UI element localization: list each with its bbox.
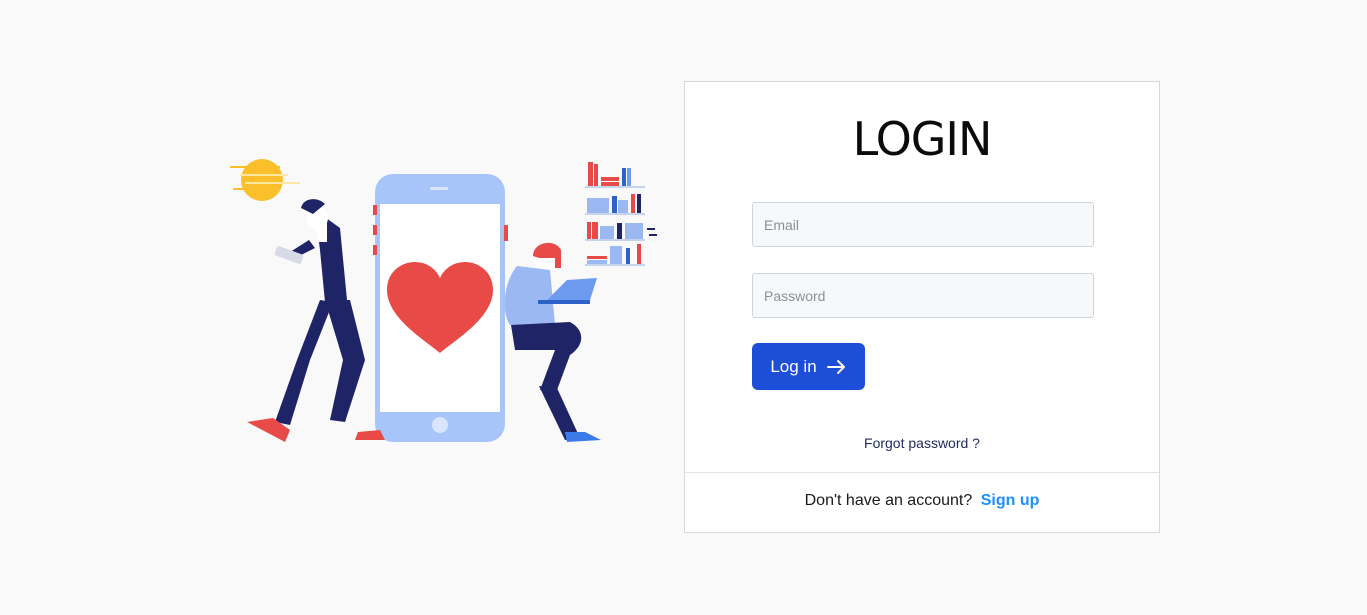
password-input[interactable] [752, 273, 1094, 318]
signup-link[interactable]: Sign up [981, 492, 1040, 509]
sitting-person-icon [504, 242, 601, 442]
walking-person-icon [247, 199, 385, 442]
bookshelf-icon [585, 162, 657, 266]
login-page: LOGIN Log in Forgot password ? Don't hav… [0, 0, 1367, 615]
email-input[interactable] [752, 202, 1094, 247]
login-button[interactable]: Log in [752, 343, 865, 390]
arrow-right-icon [826, 359, 845, 374]
sun-icon [230, 159, 300, 201]
login-button-label: Log in [770, 356, 817, 376]
no-account-text: Don't have an account? [804, 492, 973, 509]
login-illustration [230, 159, 657, 442]
card-divider [685, 472, 1159, 473]
login-title: LOGIN [852, 112, 993, 166]
signup-row: Don't have an account? Sign up [685, 492, 1159, 510]
forgot-password-link[interactable]: Forgot password ? [685, 435, 1159, 451]
login-card: LOGIN Log in Forgot password ? Don't hav… [684, 81, 1160, 533]
